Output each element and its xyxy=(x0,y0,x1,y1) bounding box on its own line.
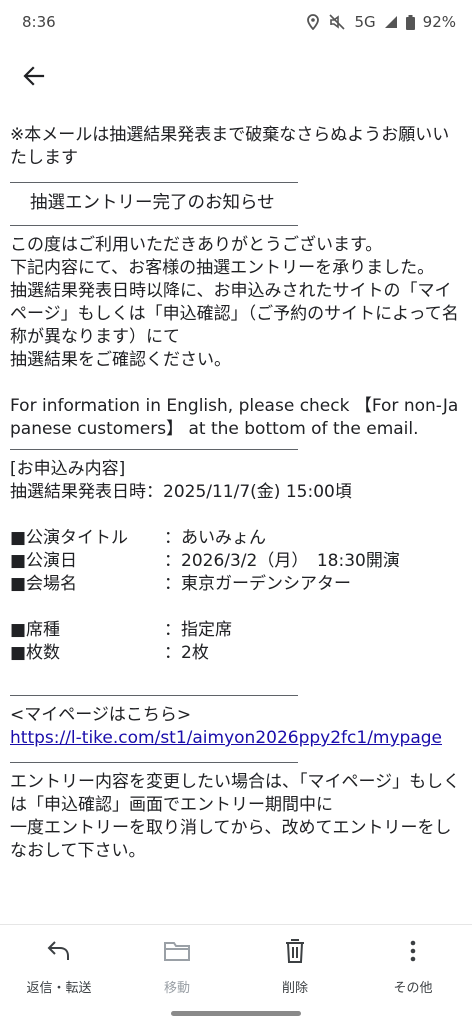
delete-label: 削除 xyxy=(281,981,308,996)
detail-value: ：2枚 xyxy=(164,643,209,663)
divider xyxy=(10,225,298,226)
result-datetime: 抽選結果発表日時：2025/11/7(金) 15:00頃 xyxy=(10,482,352,502)
move-button[interactable]: 移動 xyxy=(118,925,236,999)
detail-label: ■会場名 xyxy=(10,574,78,594)
mail-body: ※本メールは抽選結果発表まで破棄なさらぬようお願いいたします 抽選エントリー完了… xyxy=(10,122,462,922)
trash-icon xyxy=(284,937,306,965)
english-note: For information in English, please check… xyxy=(10,396,459,439)
detail-value: ：2026/3/2（月） 18:30開演 xyxy=(164,551,400,571)
divider xyxy=(10,695,298,696)
reply-icon xyxy=(46,937,72,965)
delete-button[interactable]: 削除 xyxy=(236,925,354,999)
performance-details: ■公演タイトル ：あいみょん ■公演日 ：2026/3/2（月） 18:30開演 ■… xyxy=(10,527,462,596)
network-type: 5G xyxy=(354,13,376,31)
change-note: エントリー内容を変更したい場合は、「マイページ」もしくは「申込確認」画面でエント… xyxy=(10,772,461,861)
details-title: [お申込み内容] xyxy=(10,459,126,479)
detail-value: ：東京ガーデンシアター xyxy=(164,574,351,594)
detail-row: ■席種 ：指定席 xyxy=(10,619,462,642)
detail-label: ■公演日 xyxy=(10,551,78,571)
status-bar: 8:36 5G 92% xyxy=(0,0,472,44)
detail-value: ：あいみょん xyxy=(164,528,266,548)
mail-heading: 抽選エントリー完了のお知らせ xyxy=(30,193,275,213)
ticket-details: ■席種 ：指定席 ■枚数 ：2枚 xyxy=(10,619,462,665)
detail-label: ■席種 xyxy=(10,620,61,640)
move-label: 移動 xyxy=(163,981,190,996)
detail-row: ■枚数 ：2枚 xyxy=(10,642,462,665)
reply-forward-label: 返信・転送 xyxy=(26,981,92,996)
back-button[interactable] xyxy=(14,58,54,94)
mail-notice: ※本メールは抽選結果発表まで破棄なさらぬようお願いいたします xyxy=(10,125,450,168)
arrow-left-icon xyxy=(23,66,45,86)
mypage-label: <マイページはこちら> xyxy=(10,705,192,725)
reply-forward-button[interactable]: 返信・転送 xyxy=(0,925,118,999)
folder-icon xyxy=(163,937,191,965)
status-icons: 5G 92% xyxy=(306,13,456,31)
divider xyxy=(10,182,298,183)
signal-icon xyxy=(384,15,398,29)
mute-icon xyxy=(328,14,346,30)
more-vert-icon xyxy=(409,937,417,965)
location-icon xyxy=(306,14,320,30)
home-indicator[interactable] xyxy=(171,1011,301,1016)
mypage-link[interactable]: https://l-tike.com/st1/aimyon2026ppy2fc1… xyxy=(10,727,462,750)
detail-row: ■公演タイトル ：あいみょん xyxy=(10,527,462,550)
bottom-action-bar: 返信・転送 移動 削除 その他 xyxy=(0,924,472,1024)
status-time: 8:36 xyxy=(22,13,56,31)
detail-label: ■公演タイトル xyxy=(10,528,129,548)
detail-value: ：指定席 xyxy=(164,620,232,640)
more-button[interactable]: その他 xyxy=(354,925,472,999)
divider xyxy=(10,762,298,763)
more-label: その他 xyxy=(393,981,433,996)
detail-label: ■枚数 xyxy=(10,643,61,663)
detail-row: ■会場名 ：東京ガーデンシアター xyxy=(10,573,462,596)
battery-percent: 92% xyxy=(422,13,456,31)
battery-icon xyxy=(405,14,415,30)
mail-intro: この度はご利用いただきありがとうございます。 下記内容にて、お客様の抽選エントリ… xyxy=(10,235,459,370)
detail-row: ■公演日 ：2026/3/2（月） 18:30開演 xyxy=(10,550,462,573)
divider xyxy=(10,449,298,450)
